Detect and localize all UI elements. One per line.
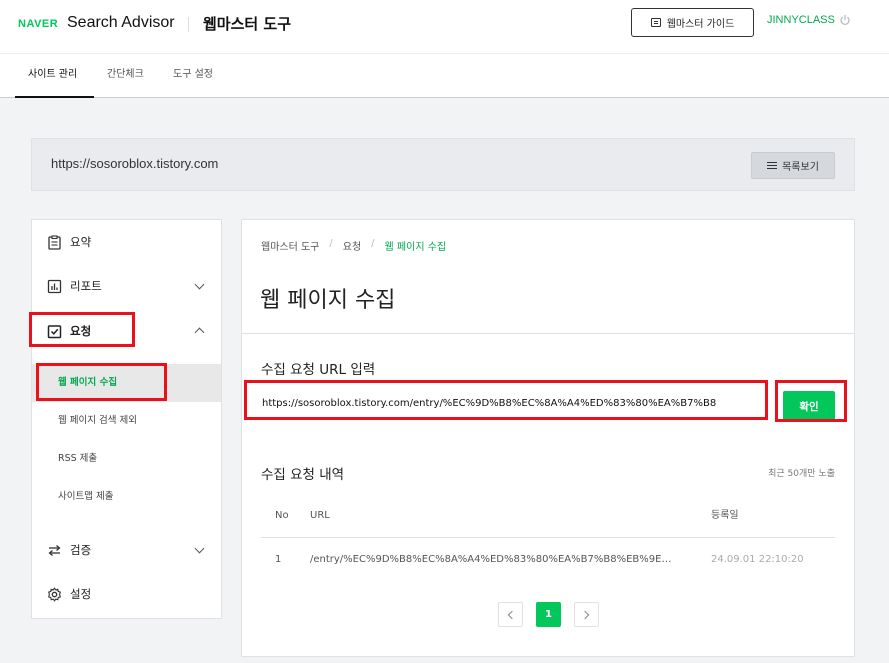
list-icon xyxy=(767,162,778,169)
sidebar-item-label: 검증 xyxy=(70,543,92,557)
sub-navigation: 사이트 관리 간단체크 도구 설정 xyxy=(0,53,889,98)
chevron-up-icon xyxy=(194,327,205,338)
breadcrumb-item[interactable]: 요청 xyxy=(343,238,361,253)
top-bar: NAVER Search Advisor 웹마스터 도구 웹마스터 가이드 JI… xyxy=(0,0,889,53)
tab-tool-settings[interactable]: 도구 설정 xyxy=(173,54,213,98)
user-name[interactable]: JINNYCLASS xyxy=(767,14,835,26)
product-title[interactable]: Search Advisor xyxy=(67,14,175,32)
sidebar-item-verify[interactable]: 검증 xyxy=(32,530,221,570)
sidebar-item-report[interactable]: 리포트 xyxy=(32,266,221,306)
page-section-title[interactable]: 웹마스터 도구 xyxy=(203,13,291,34)
sidebar: 요약 리포트 요청 웹 페이지 수집 웹 페이지 검색 제외 RSS 제출 사이… xyxy=(31,219,222,619)
breadcrumb-separator: / xyxy=(329,238,333,249)
site-url: https://sosoroblox.tistory.com xyxy=(51,156,219,171)
page-title: 웹 페이지 수집 xyxy=(260,288,396,313)
power-icon[interactable] xyxy=(839,14,851,26)
gear-icon xyxy=(47,586,62,602)
clipboard-icon xyxy=(47,234,62,250)
bar-chart-icon xyxy=(47,279,62,294)
url-input-label: 수집 요청 URL 입력 xyxy=(261,362,376,378)
sidebar-item-label: 요청 xyxy=(70,324,92,338)
row-url: /entry/%EC%9D%B8%EC%8A%A4%ED%83%80%EA%B7… xyxy=(310,554,680,565)
webmaster-guide-button[interactable]: 웹마스터 가이드 xyxy=(631,8,754,37)
title-divider xyxy=(188,17,189,32)
page-number-button[interactable]: 1 xyxy=(536,602,561,627)
check-box-icon xyxy=(47,324,62,339)
tab-site-management[interactable]: 사이트 관리 xyxy=(15,54,94,98)
sync-icon xyxy=(47,543,62,558)
chevron-left-icon xyxy=(507,610,517,619)
sidebar-sub-item-rss-submit[interactable]: RSS 제출 xyxy=(32,440,221,478)
chevron-right-icon xyxy=(580,610,590,619)
prev-page-button[interactable] xyxy=(498,602,523,627)
sidebar-sub-item-web-page-collect[interactable]: 웹 페이지 수집 xyxy=(32,364,221,402)
confirm-button[interactable]: 확인 xyxy=(783,391,835,421)
request-url-input[interactable] xyxy=(252,390,767,417)
naver-logo[interactable]: NAVER xyxy=(18,18,58,30)
next-page-button[interactable] xyxy=(574,602,599,627)
row-date: 24.09.01 22:10:20 xyxy=(711,554,804,565)
chevron-down-icon xyxy=(194,279,205,290)
column-header-url: URL xyxy=(310,510,330,521)
sidebar-item-label: 설정 xyxy=(70,587,92,601)
breadcrumb-current: 웹 페이지 수집 xyxy=(384,242,447,253)
sidebar-item-settings[interactable]: 설정 xyxy=(32,574,221,614)
breadcrumb: 웹마스터 도구 / 요청 / 웹 페이지 수집 xyxy=(261,238,446,253)
chevron-down-icon xyxy=(194,543,205,554)
table-row: 1 /entry/%EC%9D%B8%EC%8A%A4%ED%83%80%EA%… xyxy=(261,545,835,575)
sidebar-sub-item-web-page-exclude[interactable]: 웹 페이지 검색 제외 xyxy=(32,402,221,440)
divider xyxy=(242,333,854,334)
column-header-date: 등록일 xyxy=(711,510,739,521)
webmaster-guide-label: 웹마스터 가이드 xyxy=(666,19,735,30)
pagination: 1 xyxy=(498,602,599,627)
sidebar-item-label: 리포트 xyxy=(70,279,102,293)
column-header-no: No xyxy=(275,510,289,521)
sidebar-sub-item-sitemap-submit[interactable]: 사이트맵 제출 xyxy=(32,478,221,516)
sidebar-item-label: 요약 xyxy=(70,235,92,249)
breadcrumb-separator: / xyxy=(371,238,375,249)
sidebar-item-summary[interactable]: 요약 xyxy=(32,222,221,262)
site-selector-bar: https://sosoroblox.tistory.com 목록보기 xyxy=(31,138,855,191)
list-view-label: 목록보기 xyxy=(782,162,819,173)
table-header: No URL 등록일 xyxy=(261,503,835,538)
book-icon xyxy=(650,18,661,27)
list-view-button[interactable]: 목록보기 xyxy=(751,152,835,179)
row-no: 1 xyxy=(275,554,282,565)
main-panel: 웹마스터 도구 / 요청 / 웹 페이지 수집 웹 페이지 수집 수집 요청 U… xyxy=(241,219,855,657)
sidebar-item-request[interactable]: 요청 xyxy=(32,311,221,351)
history-note: 최근 50개만 노출 xyxy=(768,469,835,479)
tab-quick-check[interactable]: 간단체크 xyxy=(107,54,144,98)
request-history-label: 수집 요청 내역 xyxy=(261,467,345,483)
breadcrumb-item[interactable]: 웹마스터 도구 xyxy=(261,238,319,253)
